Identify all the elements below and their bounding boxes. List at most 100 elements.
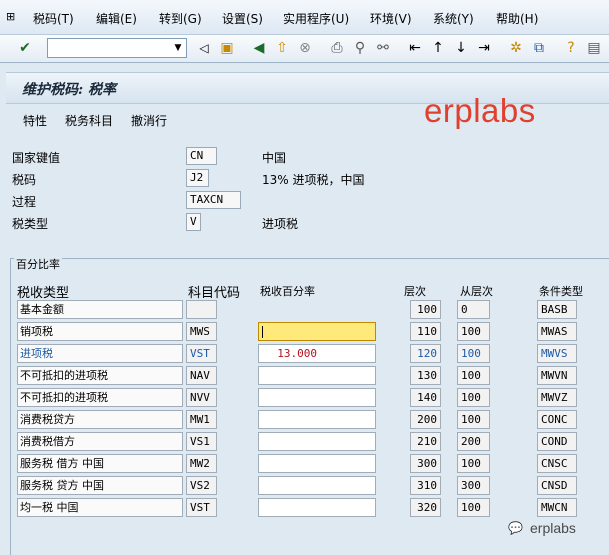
row-from-level: 100 — [457, 322, 490, 341]
shortcut-icon[interactable]: ⧉ — [531, 40, 547, 56]
taxtype-label: 税类型 — [12, 217, 49, 231]
new-session-icon[interactable]: ✲ — [508, 40, 524, 56]
row-tax-type: 消费税贷方 — [17, 410, 183, 429]
tax-rate-input[interactable] — [258, 432, 376, 451]
taxcode-label: 税码 — [12, 173, 37, 187]
find-next-icon[interactable]: ⚯ — [375, 40, 391, 56]
print-icon[interactable]: ⎙ — [329, 40, 345, 56]
menu-goto[interactable]: 转到(G) — [159, 10, 202, 27]
menu-edit[interactable]: 编辑(E) — [96, 10, 137, 27]
customize-layout-icon[interactable]: ▤ — [586, 40, 602, 56]
save-icon[interactable]: ▣ — [219, 40, 235, 56]
row-cond-type: MWVN — [537, 366, 577, 385]
back-triangle-icon[interactable]: ◁ — [196, 40, 212, 56]
row-tax-type: 不可抵扣的进项税 — [17, 366, 183, 385]
menu-environment[interactable]: 环境(V) — [370, 10, 412, 27]
taxcode-field: J2 — [186, 169, 209, 187]
find-icon[interactable]: ⚲ — [352, 40, 368, 56]
row-account-key: VS2 — [186, 476, 217, 495]
row-from-level: 0 — [457, 300, 490, 319]
tax-rate-input[interactable] — [258, 366, 376, 385]
row-account-key: NVV — [186, 388, 217, 407]
row-level: 210 — [410, 432, 441, 451]
group-title: 百分比率 — [14, 256, 62, 272]
row-cond-type: CONC — [537, 410, 577, 429]
sap-menu-icon[interactable]: ⊞ — [6, 10, 15, 23]
row-tax-type: 不可抵扣的进项税 — [17, 388, 183, 407]
row-cond-type: MWVS — [537, 344, 577, 363]
country-field: CN — [186, 147, 217, 165]
row-tax-type: 销项税 — [17, 322, 183, 341]
next-page-icon[interactable]: ↓ — [453, 40, 469, 56]
row-cond-type: CNSC — [537, 454, 577, 473]
row-level: 110 — [410, 322, 441, 341]
taxcode-text: 13% 进项税，中国 — [262, 173, 365, 187]
row-from-level: 100 — [457, 366, 490, 385]
last-page-icon[interactable]: ⇥ — [476, 40, 492, 56]
row-account-key: NAV — [186, 366, 217, 385]
tax-rate-input[interactable] — [258, 498, 376, 517]
exit-icon[interactable]: ⇧ — [274, 40, 290, 56]
first-page-icon[interactable]: ⇤ — [407, 40, 423, 56]
tax-rate-input[interactable] — [258, 388, 376, 407]
col-cond-type: 条件类型 — [539, 285, 583, 298]
row-from-level: 100 — [457, 454, 490, 473]
row-account-key — [186, 300, 217, 319]
tax-rate-input[interactable]: 13.000 — [258, 344, 376, 363]
row-account-key: MWS — [186, 322, 217, 341]
country-label: 国家键值 — [12, 151, 61, 165]
country-text: 中国 — [262, 151, 287, 165]
col-tax-type: 税收类型 — [17, 286, 70, 301]
row-cond-type: BASB — [537, 300, 577, 319]
previous-page-icon[interactable]: ↑ — [430, 40, 446, 56]
menu-bar: ⊞ 税码(T) 编辑(E) 转到(G) 设置(S) 实用程序(U) 环境(V) … — [0, 0, 609, 35]
tax-rate-input-active[interactable] — [258, 322, 376, 341]
tax-rate-input[interactable] — [258, 454, 376, 473]
row-tax-type: 消费税借方 — [17, 432, 183, 451]
row-level: 300 — [410, 454, 441, 473]
row-account-key: MW1 — [186, 410, 217, 429]
row-from-level: 100 — [457, 344, 490, 363]
procedure-label: 过程 — [12, 195, 37, 209]
row-account-key: VST — [186, 344, 217, 363]
undo-row-button[interactable]: 撤消行 — [131, 112, 167, 129]
cancel-icon[interactable]: ⊗ — [297, 40, 313, 56]
footer-watermark: 💬 erplabs — [508, 520, 603, 538]
row-level: 120 — [410, 344, 441, 363]
menu-taxcode[interactable]: 税码(T) — [33, 10, 74, 27]
row-cond-type: MWCN — [537, 498, 577, 517]
tax-rate-input[interactable] — [258, 476, 376, 495]
properties-button[interactable]: 特性 — [23, 112, 47, 129]
col-level: 层次 — [404, 285, 426, 298]
tax-rate-input[interactable] — [258, 410, 376, 429]
row-account-key: VST — [186, 498, 217, 517]
row-cond-type: MWAS — [537, 322, 577, 341]
row-tax-type: 进项税 — [17, 344, 183, 363]
procedure-field: TAXCN — [186, 191, 241, 209]
menu-help[interactable]: 帮助(H) — [496, 10, 538, 27]
row-tax-type: 服务税 借方 中国 — [17, 454, 183, 473]
menu-system[interactable]: 系统(Y) — [433, 10, 474, 27]
chevron-down-icon[interactable]: ▼ — [172, 41, 184, 55]
row-account-key: VS1 — [186, 432, 217, 451]
chat-bubble-icon: 💬 — [508, 521, 523, 535]
command-field[interactable]: ▼ — [47, 38, 187, 58]
page-title: 维护税码: 税率 — [22, 82, 117, 98]
back-icon[interactable]: ◀ — [251, 40, 267, 56]
row-cond-type: CNSD — [537, 476, 577, 495]
row-tax-type: 基本金额 — [17, 300, 183, 319]
row-level: 100 — [410, 300, 441, 319]
menu-utilities[interactable]: 实用程序(U) — [283, 10, 349, 27]
col-account-key: 科目代码 — [188, 286, 241, 301]
help-icon[interactable]: ? — [563, 40, 579, 56]
check-icon[interactable]: ✔ — [17, 40, 33, 56]
taxtype-text: 进项税 — [262, 217, 299, 231]
menu-settings[interactable]: 设置(S) — [222, 10, 263, 27]
row-from-level: 100 — [457, 410, 490, 429]
taxtype-field: V — [186, 213, 201, 231]
row-level: 130 — [410, 366, 441, 385]
col-from-level: 从层次 — [460, 285, 493, 298]
text-caret — [262, 326, 263, 338]
row-from-level: 100 — [457, 498, 490, 517]
tax-accounts-button[interactable]: 税务科目 — [65, 112, 113, 129]
